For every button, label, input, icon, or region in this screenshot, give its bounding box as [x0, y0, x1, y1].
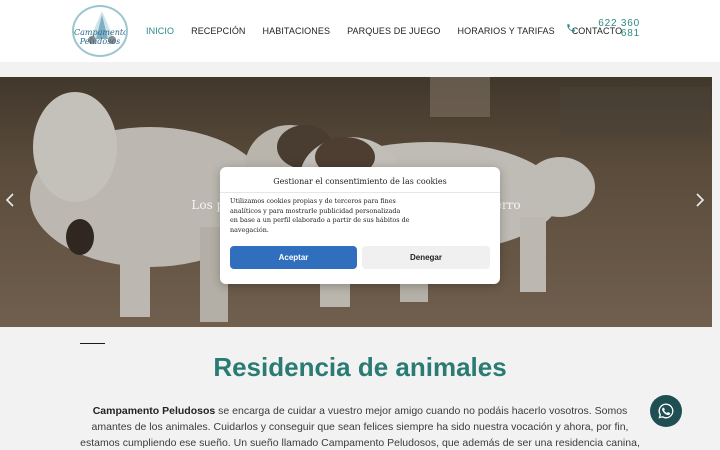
deny-cookies-button[interactable]: Denegar: [362, 246, 490, 269]
cookie-consent-modal: Gestionar el consentimiento de las cooki…: [220, 167, 500, 284]
cookie-modal-text: Utilizamos cookies propias y de terceros…: [230, 197, 410, 234]
cookie-modal-title: Gestionar el consentimiento de las cooki…: [273, 177, 447, 186]
site-logo[interactable]: Campamento Peludosos: [72, 5, 128, 57]
phone-line-2: 681: [620, 28, 640, 39]
logo-text: Campamento Peludosos: [74, 28, 128, 46]
phone-icon[interactable]: [566, 23, 576, 35]
nav-item-recepcion[interactable]: RECEPCIÓN: [191, 26, 245, 36]
accept-cookies-button[interactable]: Aceptar: [230, 246, 357, 269]
intro-bold: Campamento Peludosos: [92, 405, 216, 417]
cookie-modal-divider: [220, 192, 500, 193]
nav-item-habitaciones[interactable]: HABITACIONES: [263, 26, 331, 36]
page-heading: Residencia de animales: [213, 352, 507, 382]
whatsapp-icon: [658, 403, 674, 419]
nav-item-inicio[interactable]: INICIO: [146, 26, 174, 36]
site-header: Campamento Peludosos INICIO RECEPCIÓN HA…: [0, 0, 720, 62]
nav-item-parques-de-juego[interactable]: PARQUES DE JUEGO: [347, 26, 440, 36]
whatsapp-button[interactable]: [650, 395, 682, 427]
nav-item-horarios-y-tarifas[interactable]: HORARIOS Y TARIFAS: [458, 26, 555, 36]
intro-paragraph: Campamento Peludosos se encarga de cuida…: [80, 403, 640, 450]
phone-number[interactable]: 622 360 681: [588, 19, 640, 39]
section-divider: [80, 343, 105, 344]
